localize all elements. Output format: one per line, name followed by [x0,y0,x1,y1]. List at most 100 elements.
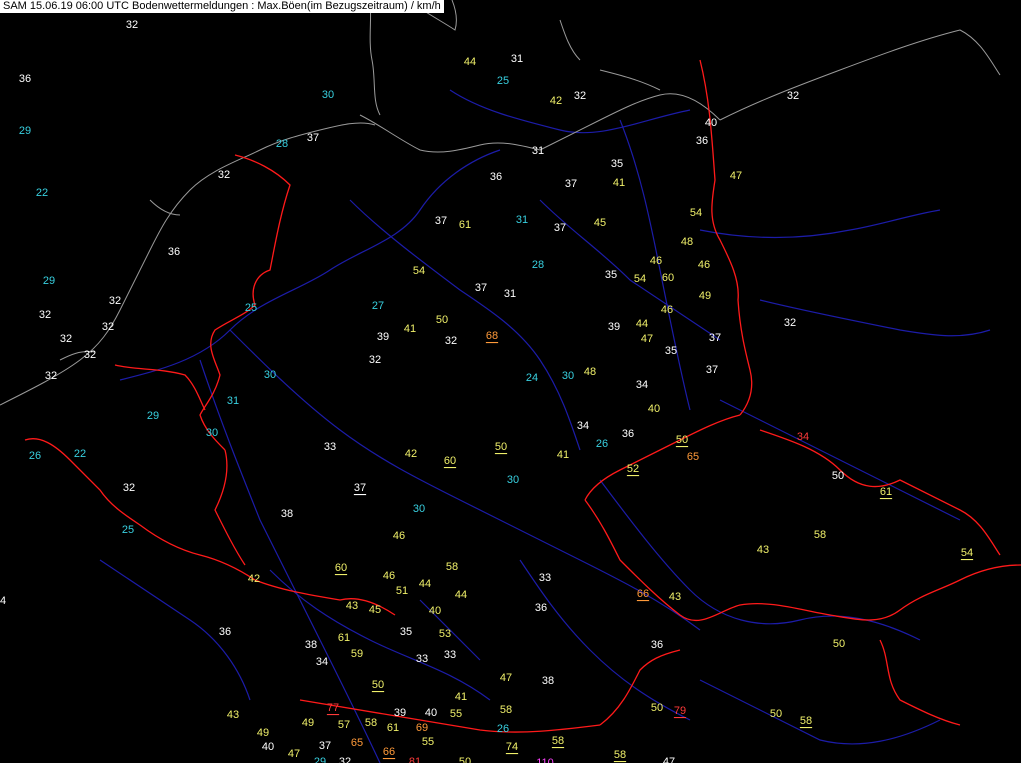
gust-value: 50 [459,756,471,763]
gust-value: 28 [532,259,544,271]
gust-value: 41 [557,449,569,461]
gust-value: 49 [699,290,711,302]
gust-value: 36 [490,171,502,183]
gust-value: 33 [539,572,551,584]
gust-value: 41 [404,323,416,335]
weather-map: 32 36 30 29 22 29 32 32 32 32 32 32 36 32 28 37 25 30 31 30… [0,0,1021,763]
gust-value: 66 [637,588,649,600]
gust-value: 47 [730,170,742,182]
gust-value: 32 [126,19,138,31]
gust-value: 32 [102,321,114,333]
gust-value: 54 [961,547,973,559]
gust-value: 53 [439,628,451,640]
gust-value: 61 [880,486,892,498]
gust-value: 31 [516,214,528,226]
gust-value: 37 [706,364,718,376]
gust-value: 32 [787,90,799,102]
gust-value: 35 [665,345,677,357]
gust-value: 68 [486,330,498,342]
gust-value: 36 [19,73,31,85]
gust-value: 35 [605,269,617,281]
gust-value: 33 [444,649,456,661]
gust-value: 69 [416,722,428,734]
gust-value: 45 [369,604,381,616]
gust-value: 39 [377,331,389,343]
gust-value: 30 [264,369,276,381]
gust-value: 37 [354,482,366,494]
gust-value: 30 [322,89,334,101]
gust-value: 38 [305,639,317,651]
gust-value: 65 [351,737,363,749]
gust-value: 26 [497,723,509,735]
gust-value: 32 [218,169,230,181]
gust-value: 48 [681,236,693,248]
gust-value: 58 [500,704,512,716]
map-title: SAM 15.06.19 06:00 UTC Bodenwettermeldun… [0,0,444,13]
gust-value: 37 [565,178,577,190]
gust-value: 77 [327,702,339,714]
gust-value: 28 [276,138,288,150]
gust-value: 27 [372,300,384,312]
gust-value: 26 [29,450,41,462]
gust-value: 31 [532,145,544,157]
gust-value: 36 [696,135,708,147]
gust-value: 34 [316,656,328,668]
gust-value: 58 [446,561,458,573]
gust-value: 110 [536,757,554,763]
gust-value: 45 [594,217,606,229]
gust-value: 25 [245,302,257,314]
gust-value: 50 [833,638,845,650]
gust-value: 22 [36,187,48,199]
gust-value: 40 [425,707,437,719]
gust-value: 58 [814,529,826,541]
gust-value: 25 [122,524,134,536]
gust-value: 29 [43,275,55,287]
gust-value: 37 [554,222,566,234]
gust-value: 49 [302,717,314,729]
gust-value: 40 [262,741,274,753]
gust-value: 81 [409,756,421,763]
gust-value: 32 [369,354,381,366]
gust-value: 36 [219,626,231,638]
gust-value: 30 [507,474,519,486]
gust-value: 49 [257,727,269,739]
gust-value: 37 [307,132,319,144]
gust-value: 50 [495,441,507,453]
gust-value: 36 [168,246,180,258]
gust-value: 29 [19,125,31,137]
gust-value: 50 [436,314,448,326]
gust-value: 33 [324,441,336,453]
gust-value: 50 [770,708,782,720]
gust-value: 47 [641,333,653,345]
gust-value: 50 [651,702,663,714]
gust-value: 61 [459,219,471,231]
gust-value: 25 [497,75,509,87]
gust-value: 41 [613,177,625,189]
gust-value: 54 [413,265,425,277]
map-background [0,0,1021,763]
gust-value: 30 [562,370,574,382]
gust-value: 37 [709,332,721,344]
gust-value: 42 [550,95,562,107]
gust-value: 36 [622,428,634,440]
gust-value: 35 [400,626,412,638]
gust-value: 47 [663,756,675,763]
gust-value: 29 [147,410,159,422]
gust-value: 55 [450,708,462,720]
gust-value: 57 [338,719,350,731]
gust-value: 32 [39,309,51,321]
gust-value: 58 [365,717,377,729]
gust-value: 44 [419,578,431,590]
gust-value: 50 [372,679,384,691]
gust-value: 43 [669,591,681,603]
gust-value: 43 [346,600,358,612]
gust-value: 40 [648,403,660,415]
gust-value: 58 [614,749,626,761]
gust-value: 31 [504,288,516,300]
gust-value: 32 [123,482,135,494]
gust-value: 43 [757,544,769,556]
gust-value: 32 [784,317,796,329]
gust-value: 58 [552,735,564,747]
gust-value: 46 [698,259,710,271]
gust-value: 31 [511,53,523,65]
